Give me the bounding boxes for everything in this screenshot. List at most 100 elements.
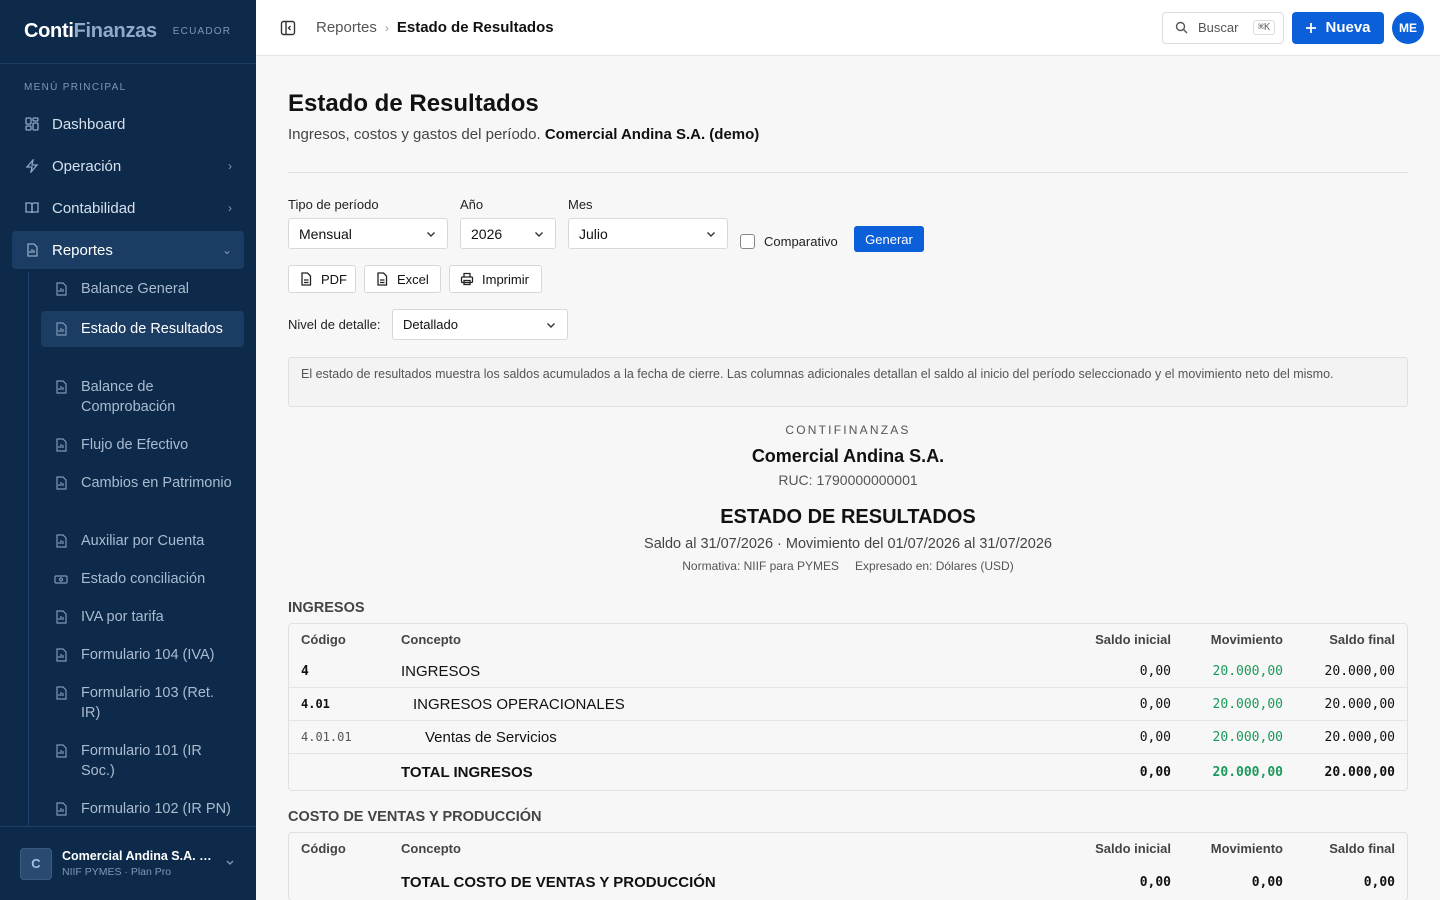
sidebar-item-contabilidad[interactable]: Contabilidad › bbox=[12, 189, 244, 227]
company-name: Comercial Andina S.A. (demo) bbox=[544, 126, 760, 143]
comparative-checkbox[interactable] bbox=[740, 234, 755, 249]
sidebar-subitem-estado-resultados[interactable]: Estado de Resultados bbox=[41, 311, 244, 347]
sidebar-item-dashboard[interactable]: Dashboard bbox=[12, 105, 244, 143]
book-icon bbox=[24, 200, 40, 216]
comparative-label[interactable]: Comparativo bbox=[764, 234, 838, 249]
organization-switcher[interactable]: C Comercial Andina S.A. (demo) NIIF PYME… bbox=[0, 826, 256, 900]
chevron-down-icon bbox=[705, 228, 717, 240]
org-name: Comercial Andina S.A. (demo) bbox=[62, 849, 212, 863]
sidebar-subitem-cambios-patrimonio[interactable]: Cambios en Patrimonio bbox=[41, 465, 244, 501]
report-period: Saldo al 31/07/2026 · Movimiento del 01/… bbox=[644, 536, 1052, 552]
topbar: Reportes › Estado de Resultados Buscar ⌘… bbox=[256, 0, 1440, 56]
year-label: Año bbox=[460, 197, 484, 212]
sidebar-subitem-formulario-101[interactable]: Formulario 101 (IR Soc.) bbox=[41, 733, 244, 789]
table-row[interactable]: 4 INGRESOS 0,00 20.000,00 20.000,00 bbox=[289, 655, 1407, 688]
dashboard-icon bbox=[24, 116, 40, 132]
document-chart-icon bbox=[53, 475, 69, 491]
chevron-down-icon bbox=[533, 228, 545, 240]
submenu-guide-line bbox=[28, 272, 29, 828]
page-title: Estado de Resultados bbox=[288, 90, 539, 117]
report-meta: Normativa: NIIF para PYMES Expresado en: … bbox=[288, 559, 1408, 573]
sidebar-subitem-formulario-104[interactable]: Formulario 104 (IVA) bbox=[41, 637, 244, 673]
chevron-down-icon: ⌄ bbox=[221, 243, 232, 257]
sidebar-subitem-balance-comprobacion[interactable]: Balance de Comprobación bbox=[41, 369, 244, 425]
country-label: ECUADOR bbox=[172, 26, 232, 37]
document-chart-icon bbox=[53, 321, 69, 337]
sidebar-item-label: Reportes bbox=[52, 241, 113, 259]
search-label: Buscar bbox=[1198, 20, 1239, 35]
month-select[interactable]: Julio bbox=[568, 218, 728, 249]
report-currency: Expresado en: Dólares (USD) bbox=[854, 559, 1014, 573]
section-title: COSTO DE VENTAS Y PRODUCCIÓN bbox=[288, 809, 542, 825]
year-select[interactable]: 2026 bbox=[460, 218, 556, 249]
org-plan: NIIF PYMES · Plan Pro bbox=[62, 866, 172, 878]
search-shortcut: ⌘K bbox=[1252, 20, 1275, 35]
report-title: ESTADO DE RESULTADOS bbox=[720, 506, 976, 528]
chevron-down-icon bbox=[545, 319, 557, 331]
breadcrumb-current: Estado de Resultados bbox=[396, 19, 554, 36]
user-avatar[interactable]: ME bbox=[1392, 11, 1424, 44]
org-avatar: C bbox=[20, 847, 52, 880]
sidebar-toggle-icon[interactable] bbox=[280, 20, 296, 36]
document-chart-icon bbox=[53, 533, 69, 549]
sidebar-item-label: Contabilidad bbox=[52, 199, 136, 217]
report-company: Comercial Andina S.A. bbox=[751, 446, 945, 466]
section-title: INGRESOS bbox=[288, 600, 365, 616]
breadcrumb-parent[interactable]: Reportes bbox=[316, 19, 377, 36]
sidebar-subitem-iva-tarifa[interactable]: IVA por tarifa bbox=[41, 599, 244, 635]
table-header: Código Concepto Saldo inicial Movimiento… bbox=[301, 841, 1395, 856]
document-chart-icon bbox=[53, 801, 69, 817]
total-row: TOTAL INGRESOS 0,00 20.000,00 20.000,00 bbox=[401, 763, 1395, 781]
sidebar-item-label: Dashboard bbox=[52, 115, 126, 133]
pdf-button[interactable]: PDF bbox=[288, 265, 356, 293]
sidebar-subitem-estado-conciliacion[interactable]: Estado conciliación bbox=[41, 561, 244, 597]
menu-heading: MENÚ PRINCIPAL bbox=[24, 82, 127, 93]
file-icon bbox=[299, 272, 313, 286]
bolt-icon bbox=[24, 158, 40, 174]
generate-button[interactable]: Generar bbox=[854, 226, 924, 252]
search-button[interactable]: Buscar ⌘K bbox=[1162, 11, 1284, 44]
new-button[interactable]: Nueva bbox=[1292, 11, 1384, 44]
document-chart-icon bbox=[53, 281, 69, 297]
table-row[interactable]: 4.01.01 Ventas de Servicios 0,00 20.000,… bbox=[289, 721, 1407, 754]
income-table: Código Concepto Saldo inicial Movimiento… bbox=[288, 623, 1408, 791]
page-subtitle: Ingresos, costos y gastos del período. C… bbox=[288, 126, 760, 143]
chevron-down-icon bbox=[425, 228, 437, 240]
breadcrumb-separator-icon: › bbox=[384, 20, 389, 35]
detail-level-label: Nivel de detalle: bbox=[288, 317, 381, 332]
period-type-select[interactable]: Mensual bbox=[288, 218, 448, 249]
document-chart-icon bbox=[53, 743, 69, 759]
sidebar-item-reportes[interactable]: Reportes ⌄ bbox=[12, 231, 244, 269]
print-button[interactable]: Imprimir bbox=[449, 265, 542, 293]
brand: ContiFinanzas ECUADOR bbox=[0, 0, 256, 64]
info-note: El estado de resultados muestra los sald… bbox=[288, 357, 1408, 407]
table-header: Código Concepto Saldo inicial Movimiento… bbox=[301, 632, 1395, 647]
sidebar-subitem-formulario-102[interactable]: Formulario 102 (IR PN) bbox=[41, 791, 244, 827]
document-chart-icon bbox=[53, 437, 69, 453]
sidebar-item-operacion[interactable]: Operación › bbox=[12, 147, 244, 185]
month-label: Mes bbox=[568, 197, 593, 212]
document-chart-icon bbox=[53, 685, 69, 701]
file-icon bbox=[375, 272, 389, 286]
sidebar: ContiFinanzas ECUADOR MENÚ PRINCIPAL Das… bbox=[0, 0, 256, 900]
report-brand: CONTIFINANZAS bbox=[785, 423, 911, 437]
report-norm: Normativa: NIIF para PYMES bbox=[682, 559, 839, 573]
search-icon bbox=[1175, 21, 1188, 34]
sidebar-subitem-auxiliar-cuenta[interactable]: Auxiliar por Cuenta bbox=[41, 523, 244, 559]
app-logo[interactable]: ContiFinanzas bbox=[24, 20, 157, 43]
table-row[interactable]: 4.01 INGRESOS OPERACIONALES 0,00 20.000,… bbox=[289, 688, 1407, 721]
chevron-right-icon: › bbox=[228, 159, 232, 173]
sidebar-subitem-balance-general[interactable]: Balance General bbox=[41, 271, 244, 307]
excel-button[interactable]: Excel bbox=[364, 265, 441, 293]
sidebar-subitem-formulario-103[interactable]: Formulario 103 (Ret. IR) bbox=[41, 675, 244, 731]
cost-table: Código Concepto Saldo inicial Movimiento… bbox=[288, 832, 1408, 900]
sidebar-subitem-flujo-efectivo[interactable]: Flujo de Efectivo bbox=[41, 427, 244, 463]
chevron-right-icon: › bbox=[228, 201, 232, 215]
sidebar-item-label: Operación bbox=[52, 157, 122, 175]
report-ruc: RUC: 1790000000001 bbox=[778, 472, 918, 488]
document-chart-icon bbox=[53, 609, 69, 625]
detail-level-select[interactable]: Detallado bbox=[392, 309, 568, 340]
document-chart-icon bbox=[53, 647, 69, 663]
plus-icon bbox=[1305, 22, 1317, 34]
period-type-label: Tipo de período bbox=[288, 197, 379, 212]
